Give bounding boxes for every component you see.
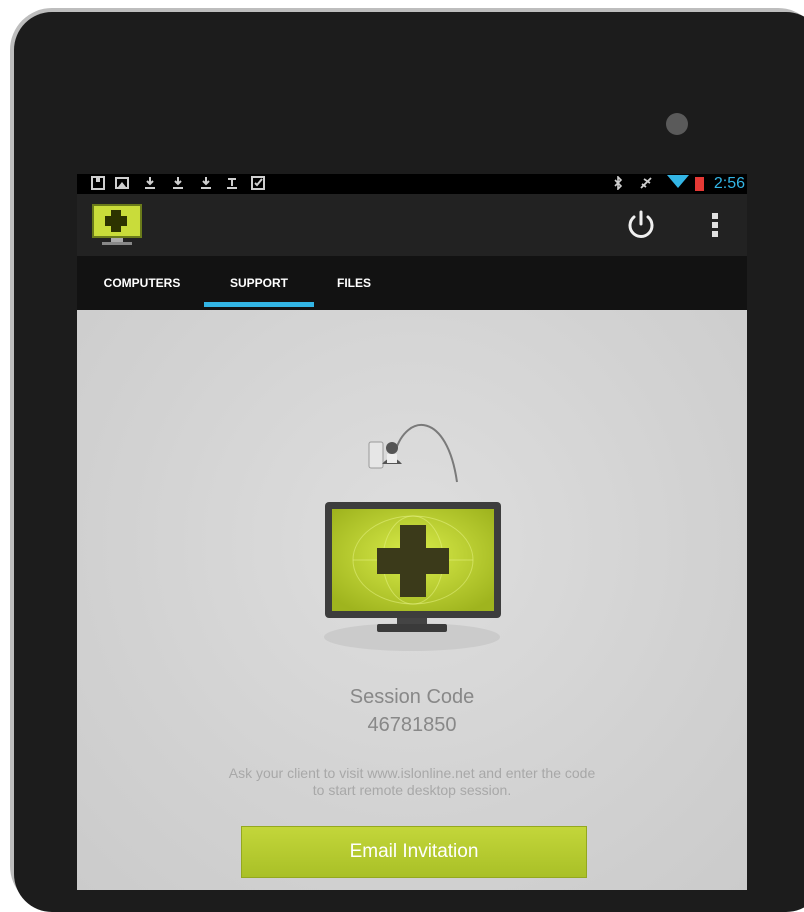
front-camera <box>666 113 688 135</box>
download-icon <box>171 176 185 190</box>
user-support-icon <box>368 441 402 469</box>
airplane-icon <box>639 176 653 190</box>
support-monitor-illustration <box>324 424 501 651</box>
power-button[interactable] <box>623 207 659 243</box>
sd-card-icon <box>91 176 105 190</box>
image-icon <box>115 176 129 190</box>
isl-plus-monitor-icon[interactable] <box>92 204 142 246</box>
battery-icon <box>695 177 704 191</box>
upload-icon <box>225 176 239 190</box>
tab-files[interactable]: FILES <box>314 256 394 310</box>
wifi-icon <box>667 175 689 188</box>
power-icon <box>628 210 654 238</box>
status-bar: 2:56 <box>77 174 747 194</box>
overflow-menu-button[interactable] <box>705 207 725 243</box>
session-code-value: 46781850 <box>367 714 457 736</box>
status-time: 2:56 <box>713 175 745 192</box>
bluetooth-icon <box>611 175 625 191</box>
session-instructions: Ask your client to visit www.islonline.n… <box>228 765 596 798</box>
download-icon <box>143 176 157 190</box>
session-code-label: Session Code <box>349 686 475 708</box>
download-icon <box>199 176 213 190</box>
checkbox-icon <box>251 176 265 190</box>
support-panel: Session Code 46781850 Ask your client to… <box>77 310 747 890</box>
tab-bar: COMPUTERS SUPPORT FILES <box>77 256 747 310</box>
email-invitation-button[interactable]: Email Invitation <box>241 826 587 878</box>
selected-tab-indicator <box>204 302 314 307</box>
device-screen: 2:56 COMPUTERS SUPPORT FILES Session Cod… <box>77 174 747 890</box>
action-bar <box>77 194 747 256</box>
tab-computers[interactable]: COMPUTERS <box>87 256 197 310</box>
